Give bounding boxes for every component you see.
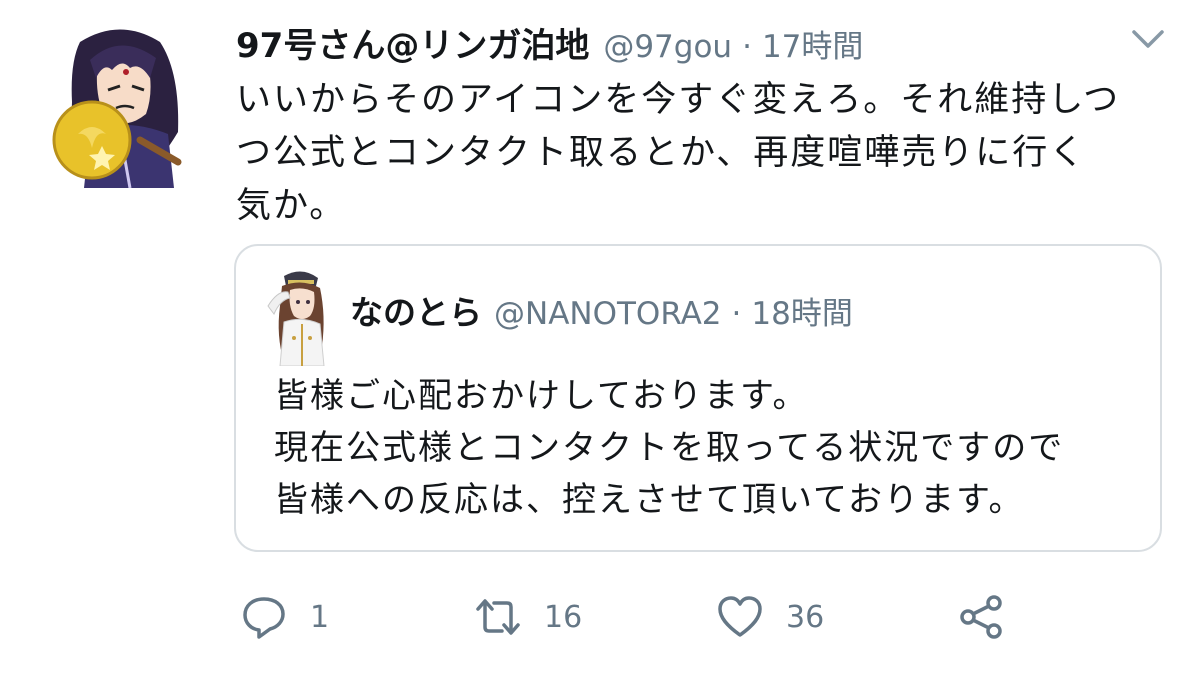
tweet-actions: 1 16 36	[236, 590, 1036, 644]
author-avatar[interactable]	[50, 22, 188, 189]
quoted-tweet-text: 皆様ご心配おかけしております。 現在公式様とコンタクトを取ってる状況ですので 皆…	[274, 370, 1154, 526]
quoted-text-line: 現在公式様とコンタクトを取ってる状況ですので	[274, 428, 1065, 468]
quoted-text-line: 皆様への反応は、控えさせて頂いております。	[274, 480, 1025, 520]
tweet-text-line: 気か。	[236, 186, 347, 226]
share-icon	[960, 595, 1002, 639]
tweet-header: 97号さん@リンガ泊地 @97gou · 17時間	[236, 18, 1136, 68]
quoted-text-line: 皆様ご心配おかけしております。	[274, 376, 809, 416]
quoted-tweet-header: なのとら @NANOTORA2 · 18時間	[350, 286, 853, 334]
tweet-text-line: いいからそのアイコンを今すぐ変えろ。それ維持しつ	[236, 80, 1121, 120]
quoted-tweet[interactable]: なのとら @NANOTORA2 · 18時間 皆様ご心配おかけしております。 現…	[234, 244, 1162, 552]
quoted-tweet-timestamp: 18時間	[751, 296, 853, 332]
separator-dot: ·	[742, 29, 752, 65]
author-display-name[interactable]: 97号さん@リンガ泊地	[236, 18, 589, 67]
quoted-author-display-name: なのとら	[350, 293, 482, 332]
tweet-text-line: つ公式とコンタクト取るとか、再度喧嘩売りに行く	[236, 133, 1087, 173]
retweet-count: 16	[544, 599, 583, 635]
share-button[interactable]	[958, 590, 1006, 644]
reply-count: 1	[310, 599, 330, 635]
author-handle[interactable]: @97gou	[603, 29, 732, 65]
quoted-author-handle: @NANOTORA2	[494, 296, 722, 332]
tweet-text: いいからそのアイコンを今すぐ変えろ。それ維持しつ つ公式とコンタクト取るとか、再…	[236, 74, 1176, 233]
retweet-icon	[476, 599, 520, 635]
separator-dot: ·	[731, 296, 742, 332]
heart-icon	[718, 596, 762, 637]
retweet-button[interactable]: 16	[474, 590, 582, 644]
quoted-author-avatar	[258, 266, 336, 367]
like-count: 36	[786, 599, 825, 635]
tweet[interactable]: 97号さん@リンガ泊地 @97gou · 17時間 いいからそのアイコンを今すぐ…	[0, 0, 1200, 692]
reply-button[interactable]: 1	[240, 590, 329, 644]
reply-icon	[243, 597, 285, 639]
like-button[interactable]: 36	[716, 590, 824, 644]
chevron-down-icon[interactable]	[1128, 24, 1168, 54]
tweet-timestamp[interactable]: 17時間	[762, 21, 863, 66]
